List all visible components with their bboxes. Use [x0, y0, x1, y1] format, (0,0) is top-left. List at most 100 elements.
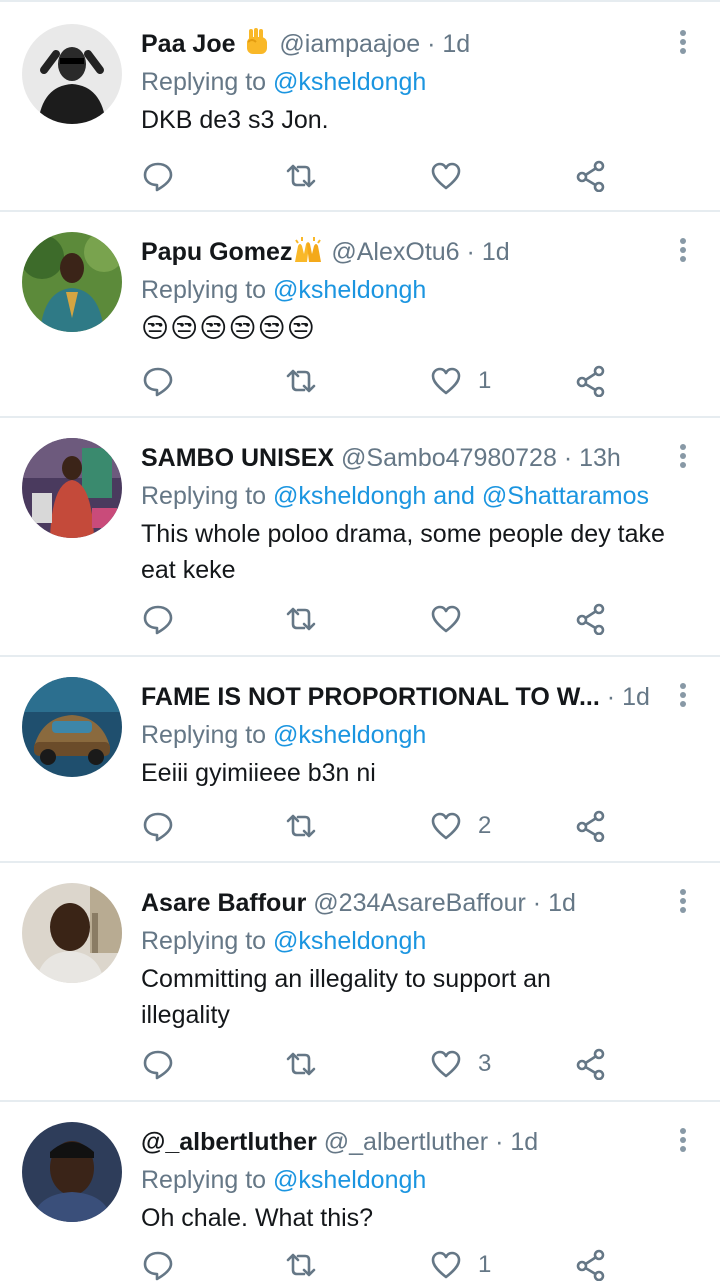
like-button[interactable]: 1: [430, 361, 491, 401]
timestamp[interactable]: 1d: [442, 30, 470, 58]
display-name[interactable]: @_albertluther: [141, 1128, 317, 1156]
more-vertical-icon[interactable]: [672, 887, 694, 917]
raising-hands-emoji-icon: [292, 234, 324, 276]
heart-icon: [431, 812, 461, 840]
avatar[interactable]: [22, 1122, 122, 1222]
mention-link[interactable]: @ksheldongh: [273, 68, 426, 96]
retweet-button[interactable]: [285, 156, 317, 196]
tweet-item[interactable]: Papu Gomez @AlexOtu6 · 1d Replying to @k…: [0, 210, 720, 418]
reply-button[interactable]: [142, 1245, 174, 1285]
tweet-header: SAMBO UNISEX @Sambo47980728 · 13h: [141, 438, 621, 478]
avatar[interactable]: [22, 677, 122, 777]
retweet-icon: [286, 814, 316, 838]
tweet-actions: 3: [0, 1044, 720, 1084]
like-button[interactable]: 2: [430, 806, 491, 846]
share-button[interactable]: [575, 599, 607, 639]
retweet-icon: [286, 164, 316, 188]
share-button[interactable]: [575, 156, 607, 196]
more-vertical-icon[interactable]: [672, 236, 694, 266]
replying-to: Replying to @ksheldongh: [141, 923, 426, 959]
share-button[interactable]: [575, 361, 607, 401]
heart-icon: [431, 1050, 461, 1078]
reply-icon: [143, 162, 173, 192]
display-name[interactable]: Asare Baffour: [141, 889, 306, 917]
retweet-button[interactable]: [285, 1245, 317, 1285]
tweet-item[interactable]: Paa Joe @iampaajoe · 1d Replying to @ksh…: [0, 2, 720, 212]
replying-to-label: Replying to: [141, 721, 267, 749]
more-vertical-icon[interactable]: [672, 681, 694, 711]
reply-icon: [143, 367, 173, 397]
tweet-item[interactable]: SAMBO UNISEX @Sambo47980728 · 13h Replyi…: [0, 416, 720, 657]
tweet-header: FAME IS NOT PROPORTIONAL TO W... · 1d: [141, 677, 650, 717]
reply-button[interactable]: [142, 156, 174, 196]
replying-to-label: Replying to: [141, 68, 267, 96]
share-icon: [576, 365, 605, 397]
reply-button[interactable]: [142, 361, 174, 401]
like-count: 3: [478, 1050, 492, 1077]
timestamp[interactable]: 1d: [482, 238, 510, 266]
replying-to-label: Replying to: [141, 927, 267, 955]
like-button[interactable]: [430, 599, 478, 639]
share-icon: [576, 1249, 605, 1281]
like-button[interactable]: 1: [430, 1245, 491, 1285]
reply-button[interactable]: [142, 599, 174, 639]
timestamp[interactable]: 1d: [548, 889, 576, 917]
mention-link[interactable]: @ksheldongh and @Shattaramos: [273, 482, 649, 510]
separator-dot: ·: [606, 683, 616, 711]
share-button[interactable]: [575, 1044, 607, 1084]
user-handle[interactable]: @234AsareBaffour: [313, 889, 526, 917]
like-button[interactable]: [430, 156, 478, 196]
retweet-button[interactable]: [285, 806, 317, 846]
heart-icon: [431, 367, 461, 395]
timestamp[interactable]: 13h: [579, 444, 621, 472]
mention-link[interactable]: @ksheldongh: [273, 1166, 426, 1194]
user-handle[interactable]: @AlexOtu6: [331, 238, 459, 266]
tweet-item[interactable]: @_albertluther @_albertluther · 1d Reply…: [0, 1100, 720, 1283]
reply-button[interactable]: [142, 806, 174, 846]
more-vertical-icon[interactable]: [672, 1126, 694, 1156]
tweet-text: Oh chale. What this?: [141, 1204, 374, 1232]
user-handle[interactable]: @iampaajoe: [279, 30, 420, 58]
tweet-emoji-text: 😒😒😒😒😒😒: [141, 313, 316, 343]
more-vertical-icon[interactable]: [672, 28, 694, 58]
tweet-actions: 2: [0, 806, 720, 846]
replying-to-label: Replying to: [141, 276, 267, 304]
display-name[interactable]: Papu Gomez: [141, 238, 292, 266]
tweet-item[interactable]: FAME IS NOT PROPORTIONAL TO W... · 1d Re…: [0, 655, 720, 863]
tweet-header: @_albertluther @_albertluther · 1d: [141, 1122, 538, 1162]
timestamp[interactable]: 1d: [510, 1128, 538, 1156]
replying-to: Replying to @ksheldongh: [141, 272, 426, 308]
avatar[interactable]: [22, 438, 122, 538]
replying-to: Replying to @ksheldongh: [141, 1162, 426, 1198]
mention-link[interactable]: @ksheldongh: [273, 276, 426, 304]
retweet-button[interactable]: [285, 599, 317, 639]
display-name[interactable]: Paa Joe: [141, 30, 236, 58]
tweet-item[interactable]: Asare Baffour @234AsareBaffour · 1d Repl…: [0, 861, 720, 1102]
avatar[interactable]: [22, 883, 122, 983]
avatar[interactable]: [22, 24, 122, 124]
retweet-icon: [286, 1052, 316, 1076]
user-handle[interactable]: @Sambo47980728: [341, 444, 557, 472]
display-name[interactable]: SAMBO UNISEX: [141, 444, 334, 472]
share-button[interactable]: [575, 1245, 607, 1285]
mention-link[interactable]: @ksheldongh: [273, 721, 426, 749]
retweet-button[interactable]: [285, 361, 317, 401]
like-count: 1: [478, 1251, 492, 1278]
mention-link[interactable]: @ksheldongh: [273, 927, 426, 955]
reply-icon: [143, 1050, 173, 1080]
reply-button[interactable]: [142, 1044, 174, 1084]
retweet-button[interactable]: [285, 1044, 317, 1084]
tweet-header: Papu Gomez @AlexOtu6 · 1d: [141, 232, 510, 272]
tweet-text: DKB de3 s3 Jon.: [141, 106, 329, 134]
user-handle[interactable]: @_albertluther: [324, 1128, 488, 1156]
timestamp[interactable]: 1d: [622, 683, 650, 711]
share-button[interactable]: [575, 806, 607, 846]
more-vertical-icon[interactable]: [672, 442, 694, 472]
replying-to-label: Replying to: [141, 482, 267, 510]
replying-to: Replying to @ksheldongh and @Shattaramos: [141, 478, 649, 514]
display-name[interactable]: FAME IS NOT PROPORTIONAL TO W...: [141, 683, 600, 711]
separator-dot: ·: [532, 889, 542, 917]
like-button[interactable]: 3: [430, 1044, 491, 1084]
avatar[interactable]: [22, 232, 122, 332]
tweet-text: Committing an illegality to support an i…: [141, 965, 551, 1029]
